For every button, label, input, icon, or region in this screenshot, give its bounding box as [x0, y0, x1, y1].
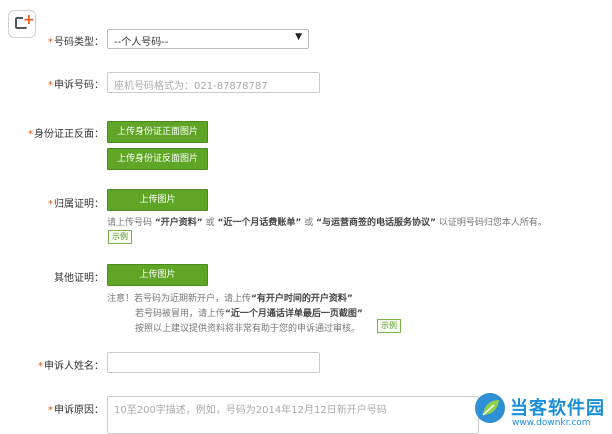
number-type-select[interactable]: --个人号码-- ▼: [107, 29, 309, 49]
upload-id-front-button[interactable]: 上传身份证正面图片: [107, 121, 208, 143]
ownership-sample-link[interactable]: 示例: [108, 230, 132, 244]
upload-other-proof-button[interactable]: 上传图片: [107, 264, 208, 286]
watermark-brand: 当客软件园: [510, 398, 605, 419]
number-type-label: *号码类型：: [48, 37, 104, 48]
ownership-hint: 请上传号码 “开户资料” 或 “近一个月话费账单” 或 “与运营商签的电话服务协…: [107, 218, 547, 228]
other-proof-note-3: 按照以上建议提供资料将非常有助于您的申诉通过审核。: [135, 324, 361, 334]
leaf-logo-icon: [474, 392, 506, 424]
reason-textarea[interactable]: 10至200字描述，例如，号码为2014年12月12日新开户号码: [107, 396, 479, 434]
other-proof-note-2: 若号码被冒用，请上传“近一个月通话详单最后一页截图”: [135, 309, 363, 319]
other-proof-sample-link[interactable]: 示例: [377, 319, 401, 333]
other-proof-label: 其他证明：: [54, 273, 104, 284]
appeal-number-input[interactable]: 座机号码格式为：021-87878787: [107, 72, 320, 93]
caret-down-icon: ▼: [295, 32, 302, 42]
watermark: 当客软件园 www.downkr.com: [472, 388, 612, 434]
upload-ownership-button[interactable]: 上传图片: [107, 189, 208, 211]
appellant-name-input[interactable]: [107, 352, 320, 373]
upload-id-back-button[interactable]: 上传身份证反面图片: [107, 148, 208, 170]
reason-label: *申诉原因：: [48, 405, 104, 416]
id-card-label: *身份证正反面：: [28, 129, 104, 140]
appellant-name-label: *申诉人姓名：: [38, 361, 104, 372]
appeal-number-label: *申诉号码：: [48, 80, 104, 91]
ownership-label: *归属证明：: [48, 199, 104, 210]
other-proof-note-1: 注意！若号码为近期新开户，请上传“有开户时间的开户资料”: [107, 294, 353, 304]
watermark-url: www.downkr.com: [512, 418, 591, 428]
